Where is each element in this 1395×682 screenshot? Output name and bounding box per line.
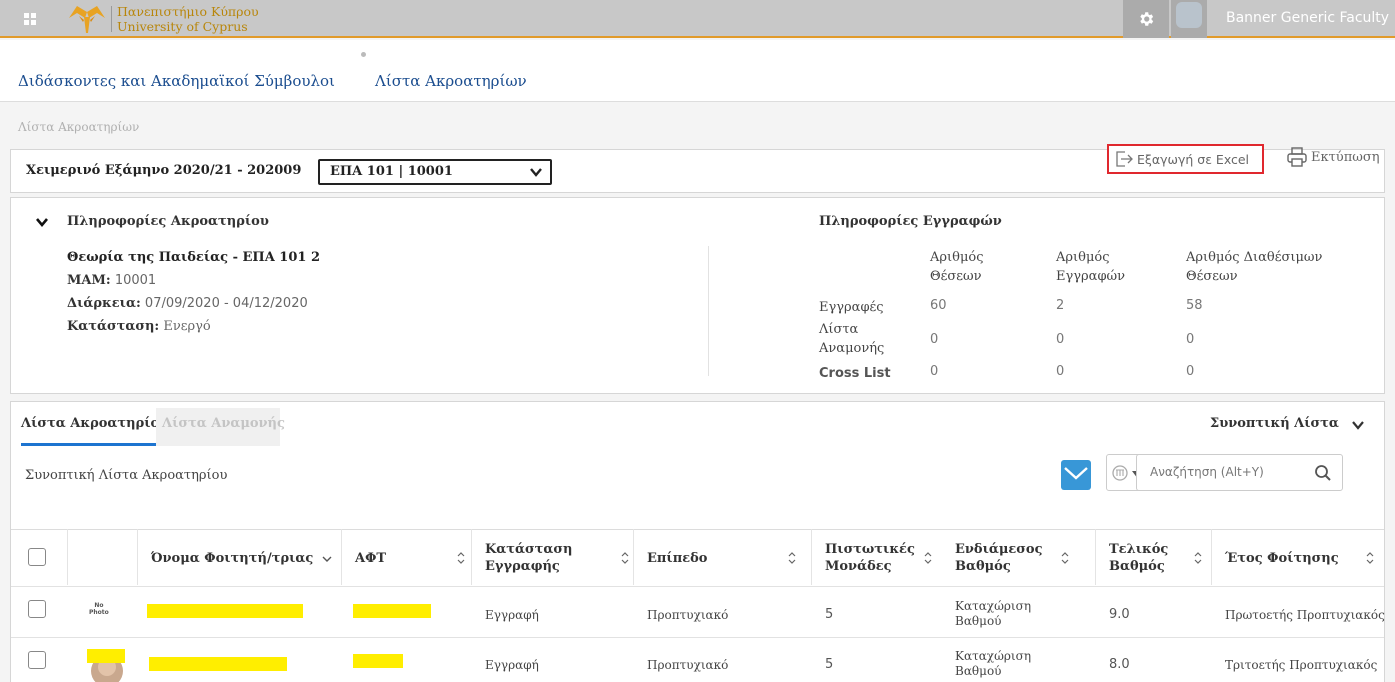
app-grid-icon[interactable] [24,13,36,25]
redacted-student-id [353,604,431,618]
enrollment-row-label: Εγγραφές [819,300,884,315]
university-logo-icon [69,6,105,33]
breadcrumb-class-list[interactable]: Λίστα Ακροατηρίων [375,72,527,90]
redacted-student-name[interactable] [147,604,303,618]
enrollment-value: 0 [930,364,939,379]
redacted-student-name[interactable] [149,657,287,671]
select-all-checkbox[interactable] [28,548,46,566]
student-photo: No Photo [89,602,109,616]
chevron-down-icon [36,218,48,228]
column-header-year[interactable]: Έτος Φοίτησης [1225,550,1339,567]
breadcrumb: Διδάσκοντες και Ακαδημαϊκοί Σύμβουλοι Λί… [0,40,1395,102]
term-label: Χειμερινό Εξάμηνο 2020/21 - 202009 [26,163,302,178]
column-header-reg-status[interactable]: Κατάσταση Εγγραφής [485,541,572,575]
settings-button[interactable] [1123,0,1169,38]
reg-status-cell: Εγγραφή [485,658,539,672]
email-button[interactable] [1061,460,1091,490]
sort-icon[interactable] [1061,551,1069,565]
column-header-student-id[interactable]: ΑΦΤ [355,550,386,567]
enrollment-title: Πληροφορίες Εγγραφών [819,214,1002,229]
enrollment-value: 0 [1056,364,1065,379]
final-grade-cell: 9.0 [1109,607,1130,622]
row-checkbox[interactable] [28,600,46,618]
breadcrumb-separator [361,52,366,57]
enrollment-value: 0 [1186,332,1195,347]
enrollment-value: 0 [930,332,939,347]
enrollment-col-max: Αριθμός Θέσεων [930,250,984,284]
enrollment-value: 0 [1056,332,1065,347]
column-header-credits[interactable]: Πιστωτικές Μονάδες [825,541,915,575]
column-header-name[interactable]: Όνομα Φοιτητή/τριας [151,550,313,567]
summary-view-toggle[interactable]: Συνοπτική Λίστα [1210,416,1339,431]
column-header-midterm[interactable]: Ενδιάμεσος Βαθμός [955,541,1042,575]
envelope-icon [1064,467,1088,483]
page-title: Λίστα Ακροατηρίων [18,120,140,134]
gear-icon [1140,12,1154,26]
sort-icon[interactable] [1366,551,1374,565]
columns-icon [1112,465,1128,481]
year-cell: Τριτοετής Προπτυχιακός [1225,658,1378,672]
sort-icon[interactable] [457,551,465,565]
enrollment-row-label: Λίστα Αναμονής [819,322,885,356]
level-cell: Προπτυχιακό [647,608,729,622]
breadcrumb-faculty-link[interactable]: Διδάσκοντες και Ακαδημαϊκοί Σύμβουλοι [18,72,335,90]
print-icon [1287,147,1307,167]
sort-icon[interactable] [1194,551,1202,565]
enrollment-value: 58 [1186,298,1203,313]
user-avatar[interactable] [1171,0,1207,38]
chevron-down-icon [530,168,542,177]
search-input[interactable]: Αναζήτηση (Alt+Y) [1136,454,1343,491]
reg-status-cell: Εγγραφή [485,608,539,622]
table-header-border [11,529,1384,530]
year-cell: Πρωτοετής Προπτυχιακός [1225,608,1385,622]
column-header-level[interactable]: Επίπεδο [647,550,707,567]
panel-divider [708,246,709,376]
final-grade-cell: 8.0 [1109,657,1130,672]
status-line: Κατάσταση: Ενεργό [67,319,211,334]
enrollment-value: 0 [1186,364,1195,379]
level-cell: Προπτυχιακό [647,658,729,672]
midterm-grade-entry[interactable]: Καταχώριση Βαθμού [955,649,1031,679]
course-info-panel: Πληροφορίες Ακροατηρίου Θεωρία της Παιδε… [10,197,1385,394]
redacted-student-id [353,654,403,668]
tab-class-list[interactable]: Λίστα Ακροατηρίου [21,416,168,431]
active-tab-indicator [21,443,158,446]
chevron-down-icon[interactable] [1351,419,1365,431]
column-header-final[interactable]: Τελικός Βαθμός [1109,541,1168,575]
user-name[interactable]: Banner Generic Faculty [1226,10,1389,26]
sort-icon[interactable] [788,551,796,565]
enrollment-col-actual: Αριθμός Εγγραφών [1056,250,1126,284]
enrollment-row-label: Cross List [819,366,891,381]
logo-divider [111,6,112,32]
course-select-value: ΕΠΑ 101 | 10001 [330,164,453,179]
course-title: Θεωρία της Παιδείας - ΕΠΑ 101 2 [67,250,321,265]
student-photo [87,649,125,682]
credits-cell: 5 [825,607,834,622]
midterm-grade-entry[interactable]: Καταχώριση Βαθμού [955,599,1031,629]
sort-icon[interactable] [621,551,629,565]
enrollment-col-remaining: Αριθμός Διαθέσιμων Θέσεων [1186,250,1323,284]
duration-line: Διάρκεια: 07/09/2020 - 04/12/2020 [67,296,308,311]
enrollment-value: 60 [930,298,947,313]
sort-icon[interactable] [924,551,932,565]
credits-cell: 5 [825,657,834,672]
sort-desc-icon[interactable] [322,555,332,563]
export-excel-button[interactable]: Εξαγωγή σε Excel [1107,144,1264,174]
print-button[interactable]: Εκτύπωση [1287,147,1380,171]
course-select[interactable]: ΕΠΑ 101 | 10001 [318,159,552,185]
export-icon [1116,151,1133,167]
enrollment-value: 2 [1056,298,1065,313]
top-bar: Πανεπιστήμιο Κύπρου University of Cyprus… [0,0,1395,38]
crn-line: ΜΑΜ: 10001 [67,273,157,288]
roster-panel: Λίστα Ακροατηρίου Λίστα Αναμονής Συνοπτι… [10,401,1385,682]
row-checkbox[interactable] [28,651,46,669]
tab-waitlist[interactable]: Λίστα Αναμονής [156,408,285,446]
university-name: Πανεπιστήμιο Κύπρου University of Cyprus [117,4,259,34]
search-icon[interactable] [1314,464,1332,482]
roster-section-label: Συνοπτική Λίστα Ακροατηρίου [25,468,228,483]
